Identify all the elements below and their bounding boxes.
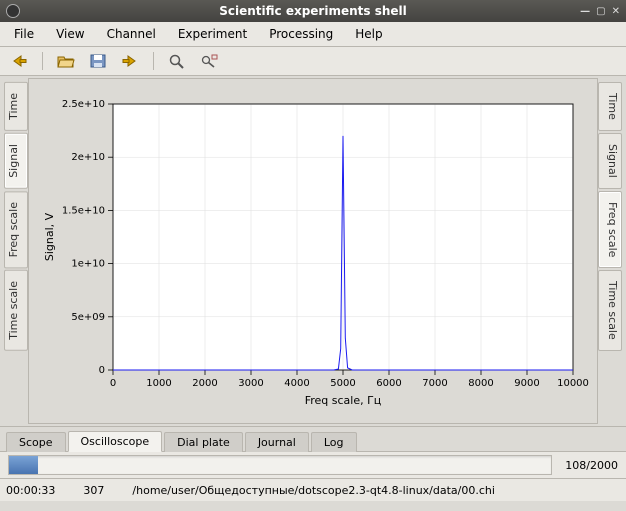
tab-scope[interactable]: Scope bbox=[6, 432, 66, 452]
svg-text:6000: 6000 bbox=[376, 378, 401, 389]
app-icon bbox=[6, 4, 20, 18]
open-icon[interactable] bbox=[55, 50, 77, 72]
progress-label: 108/2000 bbox=[558, 459, 618, 472]
left-tab-signal[interactable]: Signal bbox=[4, 133, 28, 189]
left-tab-time[interactable]: Time bbox=[4, 82, 28, 131]
bottom-tabs: Scope Oscilloscope Dial plate Journal Lo… bbox=[0, 426, 626, 452]
menu-file[interactable]: File bbox=[4, 24, 44, 44]
status-time: 00:00:33 bbox=[6, 484, 55, 497]
plot-container: 0 1000 2000 3000 4000 5000 6000 7000 8000 9000 100… bbox=[28, 78, 598, 424]
svg-text:7000: 7000 bbox=[422, 378, 447, 389]
titlebar: Scientific experiments shell — ▢ ✕ bbox=[0, 0, 626, 22]
back-icon[interactable] bbox=[8, 50, 30, 72]
svg-text:2000: 2000 bbox=[192, 378, 217, 389]
svg-text:1e+10: 1e+10 bbox=[71, 259, 105, 270]
export-icon[interactable] bbox=[119, 50, 141, 72]
status-path: /home/user/Общедоступные/dotscope2.3-qt4… bbox=[132, 484, 620, 497]
workspace: Time Signal Freq scale Time scale 0 1000 2… bbox=[0, 76, 626, 426]
tab-log[interactable]: Log bbox=[311, 432, 357, 452]
right-tab-freq-scale[interactable]: Freq scale bbox=[598, 191, 622, 268]
tab-dial-plate[interactable]: Dial plate bbox=[164, 432, 243, 452]
right-tab-column: Time Signal Freq scale Time scale bbox=[598, 78, 622, 424]
menu-channel[interactable]: Channel bbox=[97, 24, 166, 44]
status-frame: 307 bbox=[83, 484, 104, 497]
left-tab-column: Time Signal Freq scale Time scale bbox=[4, 78, 28, 424]
left-tab-time-scale[interactable]: Time scale bbox=[4, 270, 28, 351]
right-tab-signal[interactable]: Signal bbox=[598, 133, 622, 189]
svg-text:Signal, V: Signal, V bbox=[43, 212, 56, 261]
window-controls: — ▢ ✕ bbox=[580, 6, 620, 17]
plot-frame: 0 1000 2000 3000 4000 5000 6000 7000 8000 9000 100… bbox=[29, 79, 597, 423]
close-icon[interactable]: ✕ bbox=[612, 6, 620, 17]
progress-bar[interactable] bbox=[8, 455, 552, 475]
progress-fill bbox=[9, 456, 38, 474]
toolbar-separator bbox=[42, 52, 43, 70]
svg-text:8000: 8000 bbox=[468, 378, 493, 389]
svg-text:5e+09: 5e+09 bbox=[71, 312, 105, 323]
svg-text:1.5e+10: 1.5e+10 bbox=[62, 205, 105, 216]
menu-experiment[interactable]: Experiment bbox=[168, 24, 257, 44]
svg-text:0: 0 bbox=[99, 365, 105, 376]
chart[interactable]: 0 1000 2000 3000 4000 5000 6000 7000 8000 9000 100… bbox=[35, 86, 591, 416]
progress-row: 108/2000 bbox=[0, 452, 626, 478]
svg-text:10000: 10000 bbox=[557, 378, 589, 389]
svg-text:2e+10: 2e+10 bbox=[71, 152, 105, 163]
right-tab-time[interactable]: Time bbox=[598, 82, 622, 131]
toolbar bbox=[0, 47, 626, 76]
svg-text:2.5e+10: 2.5e+10 bbox=[62, 99, 105, 110]
right-tab-time-scale[interactable]: Time scale bbox=[598, 270, 622, 351]
window-title: Scientific experiments shell bbox=[219, 4, 407, 18]
menubar: File View Channel Experiment Processing … bbox=[0, 22, 626, 47]
save-icon[interactable] bbox=[87, 50, 109, 72]
menu-view[interactable]: View bbox=[46, 24, 94, 44]
zoom-icon[interactable] bbox=[166, 50, 188, 72]
svg-text:Freq scale, Гц: Freq scale, Гц bbox=[305, 394, 382, 407]
statusbar: 00:00:33 307 /home/user/Общедоступные/do… bbox=[0, 478, 626, 501]
maximize-icon[interactable]: ▢ bbox=[596, 6, 605, 17]
tab-journal[interactable]: Journal bbox=[245, 432, 309, 452]
svg-text:9000: 9000 bbox=[514, 378, 539, 389]
svg-text:4000: 4000 bbox=[284, 378, 309, 389]
menu-processing[interactable]: Processing bbox=[259, 24, 343, 44]
svg-text:0: 0 bbox=[110, 378, 116, 389]
svg-text:1000: 1000 bbox=[146, 378, 171, 389]
minimize-icon[interactable]: — bbox=[580, 6, 590, 17]
left-tab-freq-scale[interactable]: Freq scale bbox=[4, 191, 28, 268]
measure-icon[interactable] bbox=[198, 50, 220, 72]
tab-oscilloscope[interactable]: Oscilloscope bbox=[68, 431, 163, 452]
svg-text:5000: 5000 bbox=[330, 378, 355, 389]
svg-text:3000: 3000 bbox=[238, 378, 263, 389]
menu-help[interactable]: Help bbox=[345, 24, 392, 44]
toolbar-separator bbox=[153, 52, 154, 70]
